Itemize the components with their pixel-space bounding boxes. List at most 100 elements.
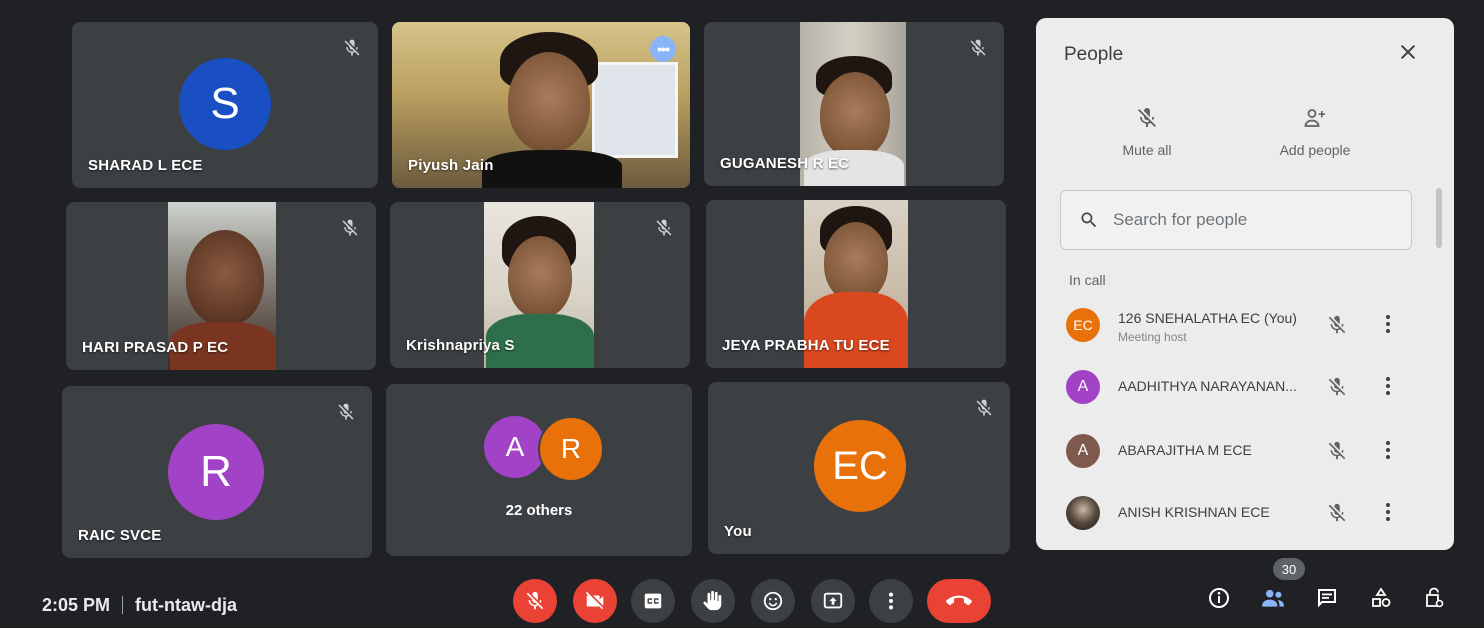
people-button[interactable] (1260, 585, 1286, 611)
more-vert-icon (888, 592, 894, 610)
participant-tile[interactable]: Krishnapriya S (390, 202, 690, 368)
captions-button[interactable] (631, 579, 675, 623)
meeting-info: 2:05 PM fut-ntaw-dja (42, 595, 237, 616)
avatar: S (179, 58, 271, 150)
reactions-button[interactable] (751, 579, 795, 623)
meeting-toolbar: 2:05 PM fut-ntaw-dja (0, 575, 1484, 628)
more-vert-icon[interactable] (1384, 374, 1392, 398)
mute-all-label: Mute all (1122, 142, 1172, 158)
mic-off-icon (976, 399, 992, 416)
mic-off-icon[interactable] (1326, 440, 1348, 462)
mute-all-button[interactable]: Mute all (1082, 106, 1212, 158)
participant-face (186, 230, 264, 326)
emoji-icon (763, 591, 783, 611)
participant-tile[interactable]: R RAIC SVCE (62, 386, 372, 558)
participant-name: SHARAD L ECE (88, 157, 203, 174)
participant-tile[interactable]: GUGANESH R EC (704, 22, 1004, 186)
present-icon (823, 592, 843, 609)
participant-face (820, 72, 890, 158)
activities-button[interactable] (1368, 585, 1394, 611)
participant-row[interactable]: EC 126 SNEHALATHA EC (You) Meeting host (1066, 302, 1406, 350)
avatar: R (538, 416, 604, 482)
mic-off-icon (344, 39, 360, 56)
avatar: A (1066, 434, 1100, 468)
self-tile[interactable]: EC You (708, 382, 1010, 554)
participant-role: Meeting host (1118, 330, 1187, 344)
add-people-button[interactable]: Add people (1250, 106, 1380, 158)
scrollbar[interactable] (1436, 188, 1442, 248)
info-icon (1209, 588, 1229, 608)
more-options-icon[interactable]: ••• (650, 36, 676, 62)
more-vert-icon[interactable] (1384, 438, 1392, 462)
more-vert-icon[interactable] (1384, 500, 1392, 524)
participant-face (824, 222, 888, 302)
mic-off-icon (526, 591, 544, 610)
participant-name: Krishnapriya S (406, 337, 515, 354)
avatar: EC (1066, 308, 1100, 342)
avatar: EC (814, 420, 906, 512)
others-count: 22 others (505, 502, 573, 519)
meeting-code: fut-ntaw-dja (135, 595, 238, 615)
search-icon (1081, 212, 1097, 228)
mic-toggle-button[interactable] (513, 579, 557, 623)
call-end-icon (946, 595, 972, 606)
participant-name: HARI PRASAD P EC (82, 339, 229, 356)
camera-off-icon (585, 591, 604, 610)
participant-tile[interactable]: JEYA PRABHA TU ECE (706, 200, 1006, 368)
chat-icon (1318, 589, 1336, 608)
mic-off-icon (338, 403, 354, 420)
mic-off-icon (1138, 108, 1156, 127)
divider (122, 596, 124, 614)
participant-name: Piyush Jain (408, 157, 494, 174)
others-tile[interactable]: A R 22 others (386, 384, 692, 556)
mic-off-icon (342, 219, 358, 236)
avatar (1066, 496, 1100, 530)
lock-person-icon (1426, 587, 1444, 608)
search-box[interactable] (1060, 190, 1412, 250)
participant-name: ANISH KRISHNAN ECE (1118, 504, 1270, 520)
avatar: A (1066, 370, 1100, 404)
participant-tile[interactable]: ••• Piyush Jain (392, 22, 690, 188)
leave-call-button[interactable] (927, 579, 991, 623)
section-heading: In call (1069, 272, 1106, 288)
participant-row[interactable]: A AADHITHYA NARAYANAN... (1066, 364, 1406, 412)
participant-name: ABARAJITHA M ECE (1118, 442, 1252, 458)
mic-off-icon (656, 219, 672, 236)
captions-icon (644, 593, 662, 609)
more-options-button[interactable] (869, 579, 913, 623)
mic-off-icon[interactable] (1326, 314, 1348, 336)
participant-face (508, 236, 572, 318)
participant-name: 126 SNEHALATHA EC (You) (1118, 310, 1297, 326)
avatar: A (484, 416, 546, 478)
participant-tile[interactable]: HARI PRASAD P EC (66, 202, 376, 370)
more-vert-icon[interactable] (1384, 312, 1392, 336)
people-icon (1262, 589, 1284, 607)
close-icon[interactable] (1396, 40, 1420, 64)
chat-button[interactable] (1314, 585, 1340, 611)
participant-name: RAIC SVCE (78, 527, 162, 544)
camera-toggle-button[interactable] (573, 579, 617, 623)
meeting-time: 2:05 PM (42, 595, 111, 615)
participant-tile[interactable]: S SHARAD L ECE (72, 22, 378, 188)
participant-name: AADHITHYA NARAYANAN... (1118, 378, 1297, 394)
add-people-label: Add people (1279, 142, 1351, 158)
search-input[interactable] (1111, 207, 1395, 233)
participant-row[interactable]: ANISH KRISHNAN ECE (1066, 490, 1406, 538)
participant-count-badge: 30 (1273, 558, 1305, 580)
participant-name: You (724, 523, 752, 540)
participant-row[interactable]: A ABARAJITHA M ECE (1066, 428, 1406, 476)
participant-face (508, 52, 590, 152)
avatar: R (168, 424, 264, 520)
meet-stage: S SHARAD L ECE ••• Piyush Jain GUGANESH … (0, 0, 1484, 628)
mic-off-icon[interactable] (1326, 376, 1348, 398)
mic-off-icon[interactable] (1326, 502, 1348, 524)
host-controls-button[interactable] (1421, 585, 1447, 611)
present-button[interactable] (811, 579, 855, 623)
people-panel: People Mute all Add people In call EC 12… (1036, 18, 1454, 550)
add-person-icon (1304, 109, 1325, 127)
activities-icon (1372, 587, 1391, 607)
raise-hand-button[interactable] (691, 579, 735, 623)
meeting-details-button[interactable] (1206, 585, 1232, 611)
mic-off-icon (970, 39, 986, 56)
panel-title: People (1064, 44, 1124, 65)
